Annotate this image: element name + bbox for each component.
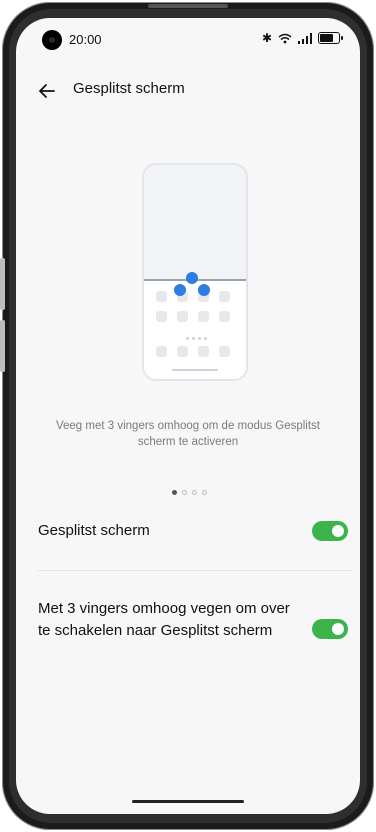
bluetooth-icon: ✱	[261, 31, 272, 45]
divider	[38, 570, 351, 571]
status-time: 20:00	[69, 32, 102, 47]
status-icons: ✱	[261, 31, 343, 45]
gesture-illustration	[142, 163, 248, 381]
status-bar: 20:00 ✱	[16, 18, 360, 62]
signal-icon	[298, 32, 312, 44]
battery-icon	[318, 32, 343, 44]
illustration-app-icon	[219, 291, 230, 302]
illustration-dock-icon	[156, 346, 167, 357]
wifi-icon	[278, 33, 292, 43]
three-finger-swipe-toggle[interactable]	[312, 619, 348, 639]
page-title: Gesplitst scherm	[73, 80, 185, 97]
gesture-description: Veeg met 3 vingers omhoog om de modus Ge…	[55, 420, 320, 448]
illustration-dock-icon	[198, 346, 209, 357]
illustration-app-icon	[177, 311, 188, 322]
illustration-dock-icon	[177, 346, 188, 357]
illustration-page-dots	[186, 337, 207, 340]
three-finger-swipe-label: Met 3 vingers omhoog vegen om over te sc…	[38, 600, 290, 639]
finger-touch-point	[198, 284, 210, 296]
home-indicator[interactable]	[132, 800, 244, 803]
page-dot-active	[172, 490, 177, 495]
finger-touch-point	[186, 272, 198, 284]
illustration-app-icon	[198, 311, 209, 322]
page-dot	[192, 490, 197, 495]
page-dot	[202, 490, 207, 495]
illustration-home-bar	[172, 369, 218, 371]
split-screen-label: Gesplitst scherm	[38, 522, 150, 539]
speaker-grille	[148, 4, 228, 8]
front-camera	[42, 30, 62, 50]
illustration-dock-icon	[219, 346, 230, 357]
page-indicator	[172, 490, 207, 495]
side-button	[0, 320, 5, 372]
illustration-app-icon	[156, 311, 167, 322]
illustration-app-icon	[219, 311, 230, 322]
page-dot	[182, 490, 187, 495]
side-button	[0, 258, 5, 310]
illustration-app-icon	[156, 291, 167, 302]
screen: 20:00 ✱ Gesplitst scherm Veeg met 3 ving…	[16, 18, 360, 814]
finger-touch-point	[174, 284, 186, 296]
back-arrow-icon[interactable]	[36, 80, 58, 102]
split-screen-toggle[interactable]	[312, 521, 348, 541]
